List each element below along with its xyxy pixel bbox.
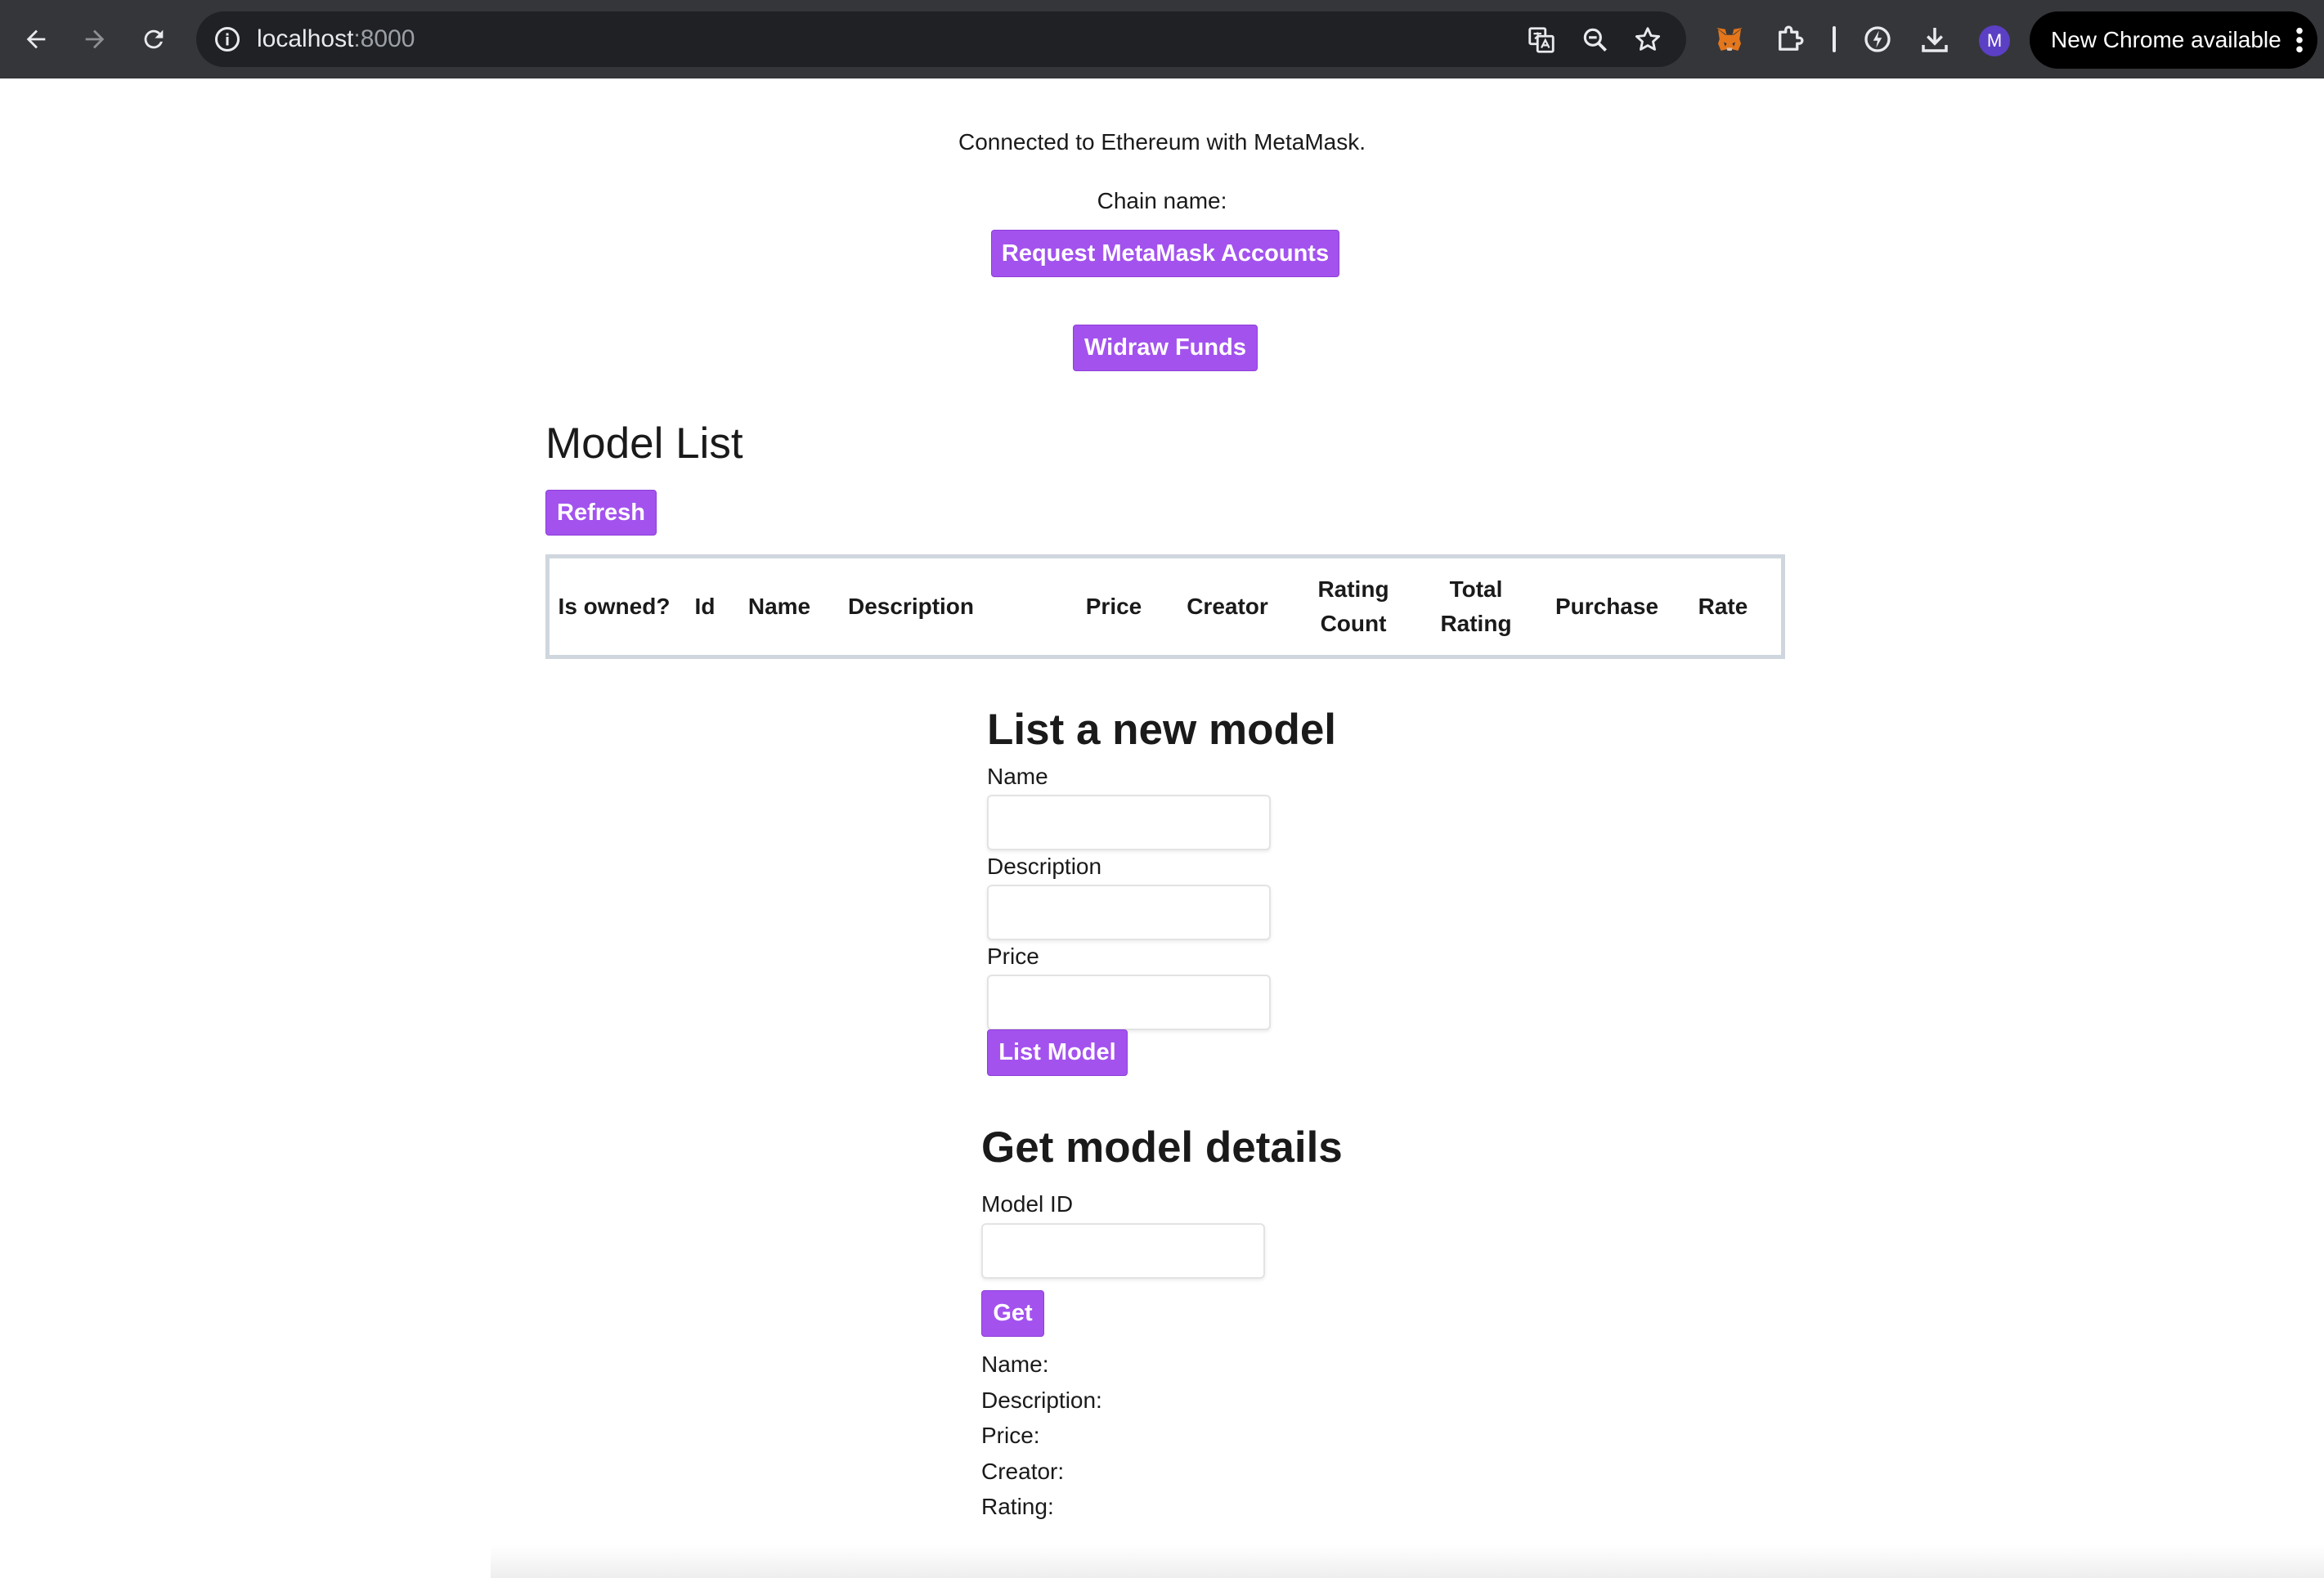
col-creator: Creator	[1187, 594, 1268, 619]
model-table: Is owned? Id Name Description Price Crea…	[545, 554, 1785, 659]
download-icon[interactable]	[1918, 22, 1952, 56]
withdraw-funds-button[interactable]: Widraw Funds	[1073, 325, 1258, 371]
zoom-icon[interactable]	[1580, 25, 1611, 56]
chain-name: Chain name:	[1097, 188, 1227, 213]
browser-toolbar: localhost:8000 M New Chrome available	[0, 0, 2324, 78]
chrome-update-button[interactable]: New Chrome available	[2030, 11, 2317, 69]
toolbar-separator	[1833, 26, 1836, 52]
list-model-heading: List a new model	[987, 706, 1337, 754]
col-is-owned: Is owned?	[558, 594, 671, 619]
forward-arrow-icon[interactable]	[75, 20, 114, 59]
model-id-label: Model ID	[981, 1191, 1074, 1217]
url-port: :8000	[353, 25, 415, 52]
col-total-rating: Total Rating	[1440, 576, 1512, 636]
connection-status: Connected to Ethereum with MetaMask.	[958, 129, 1366, 155]
price-input[interactable]	[987, 975, 1271, 1030]
get-details-heading: Get model details	[981, 1123, 1343, 1172]
description-input[interactable]	[987, 885, 1271, 940]
col-description: Description	[847, 594, 975, 619]
performance-icon[interactable]	[1860, 22, 1895, 56]
page-bottom-shade	[491, 1545, 2324, 1578]
model-id-input[interactable]	[981, 1223, 1265, 1279]
reload-icon[interactable]	[134, 20, 173, 59]
site-info-icon[interactable]	[213, 25, 242, 54]
more-vert-icon[interactable]	[2295, 26, 2304, 54]
back-arrow-icon[interactable]	[16, 20, 56, 59]
get-button[interactable]: Get	[981, 1290, 1044, 1337]
detail-price: Price:	[981, 1423, 1040, 1448]
col-id: Id	[694, 594, 716, 619]
translate-icon[interactable]	[1526, 25, 1557, 56]
detail-name: Name:	[981, 1352, 1049, 1377]
bookmark-star-icon[interactable]	[1632, 25, 1663, 56]
detail-rating: Rating:	[981, 1494, 1054, 1519]
detail-creator: Creator:	[981, 1459, 1065, 1484]
request-accounts-button[interactable]: Request MetaMask Accounts	[991, 230, 1339, 277]
address-bar[interactable]: localhost:8000	[196, 11, 1686, 67]
description-label: Description	[987, 854, 1102, 879]
col-rating-count: Rating Count	[1317, 576, 1389, 636]
col-price: Price	[1085, 594, 1142, 619]
name-label: Name	[987, 764, 1048, 789]
model-list-title: Model List	[545, 419, 743, 468]
profile-avatar[interactable]: M	[1979, 25, 2010, 56]
metamask-fox-icon[interactable]	[1712, 22, 1747, 56]
url-text: localhost:8000	[257, 11, 415, 67]
extensions-puzzle-icon[interactable]	[1773, 22, 1807, 56]
col-purchase: Purchase	[1555, 594, 1659, 619]
list-model-button[interactable]: List Model	[987, 1029, 1128, 1076]
update-label: New Chrome available	[2051, 27, 2281, 52]
col-rate: Rate	[1698, 594, 1748, 619]
price-label: Price	[987, 944, 1039, 969]
name-input[interactable]	[987, 795, 1271, 850]
col-name: Name	[747, 594, 811, 619]
detail-description: Description:	[981, 1387, 1102, 1413]
refresh-button[interactable]: Refresh	[545, 490, 657, 536]
url-host: localhost	[257, 25, 354, 52]
